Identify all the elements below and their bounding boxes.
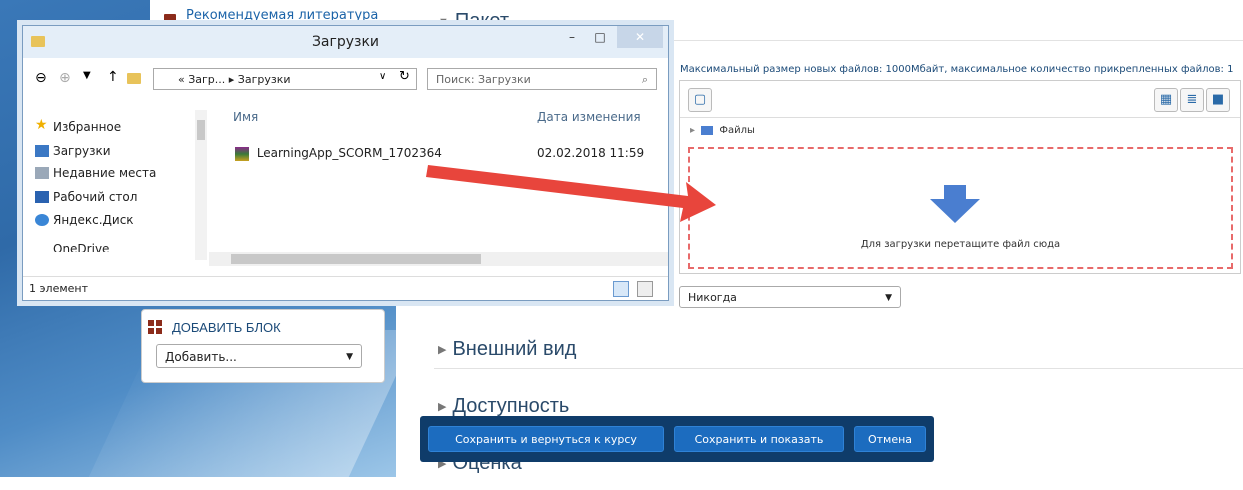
maximize-icon[interactable]: □ [587,26,613,48]
expand-icon: ▶ [438,401,447,414]
nav-label: Загрузки [53,144,111,158]
explorer-address-row: ⊖ ⊕ ▼ ↑ « Загр... ▸ Загрузки ∨ ↻ Поиск: … [23,64,668,94]
nav-item-favorites[interactable]: ★ Избранное [35,117,122,134]
blocks-icon [148,320,162,334]
add-block-panel: ДОБАВИТЬ БЛОК Добавить... ▼ [141,309,385,383]
section-appearance[interactable]: ▶ Внешний вид [438,338,576,361]
folder-icon [701,125,714,135]
nav-label: Недавние места [53,166,157,180]
add-block-title: ДОБАВИТЬ БЛОК [172,320,281,335]
folder-icon [127,73,141,84]
breadcrumb[interactable]: ▸ Файлы [690,125,755,136]
add-file-icon[interactable]: ▢ [688,88,712,112]
nav-item-recent[interactable]: Недавние места [35,166,157,180]
chevron-down-icon[interactable]: ▼ [83,70,91,81]
divider [434,368,1243,369]
chevron-down-icon[interactable]: ∨ [379,71,386,82]
forward-icon[interactable]: ⊕ [59,70,71,86]
search-input[interactable]: Поиск: Загрузки ⌕ [427,68,657,90]
desktop-icon [35,191,49,203]
details-view-icon[interactable] [613,281,629,297]
up-icon[interactable]: ↑ [107,69,119,85]
chevron-right-icon: ▸ [690,125,696,136]
horizontal-scrollbar[interactable] [209,252,668,266]
nav-item-downloads[interactable]: Загрузки [35,144,111,158]
nav-item-yandex-disk[interactable]: Яндекс.Диск [35,213,134,227]
file-date: 02.02.2018 11:59 [537,146,645,160]
cancel-button[interactable]: Отмена [854,426,926,452]
drop-zone-text: Для загрузки перетащите файл сюда [860,239,1061,250]
column-header-date[interactable]: Дата изменения [537,110,641,124]
explorer-window: Загрузки – □ ✕ ⊖ ⊕ ▼ ↑ « Загр... ▸ Загру… [22,25,669,301]
item-count: 1 элемент [29,282,88,295]
download-folder-icon [35,145,49,157]
file-manager-toolbar: ▢ ▦ ≣ ■ [680,81,1240,118]
star-icon: ★ [35,117,48,133]
nav-label: Яндекс.Диск [53,213,134,227]
folder-view-icon[interactable]: ■ [1206,88,1230,112]
section-appearance-label: Внешний вид [452,338,577,360]
nav-label: Избранное [53,120,122,134]
status-bar: 1 элемент [23,276,668,301]
address-text: « Загр... ▸ Загрузки [178,73,291,86]
file-row[interactable]: LearningApp_SCORM_1702364 [235,146,442,161]
large-icons-view-icon[interactable] [637,281,653,297]
file-limits-text: Максимальный размер новых файлов: 1000Мб… [680,64,1234,75]
column-header-name[interactable]: Имя [233,110,258,124]
expand-icon: ▶ [438,344,447,357]
scrollbar-thumb[interactable] [197,120,205,140]
nav-scrollbar[interactable] [195,110,207,260]
grid-view-icon[interactable]: ▦ [1154,88,1178,112]
cloud-icon [35,214,49,226]
navigation-pane: ★ Избранное Загрузки Недавние места Рабо… [23,100,209,278]
search-placeholder: Поиск: Загрузки [436,73,531,86]
close-icon[interactable]: ✕ [617,26,663,48]
recommended-link[interactable]: Рекомендуемая литература [186,8,378,23]
dropdown-caret-icon: ▼ [885,293,892,303]
book-icon [164,14,176,24]
expiry-select[interactable]: Никогда ▼ [679,286,901,308]
drop-zone[interactable]: Для загрузки перетащите файл сюда [688,147,1233,269]
refresh-icon[interactable]: ↻ [399,69,410,84]
nav-label: Рабочий стол [53,190,138,204]
add-block-select-value: Добавить... [165,350,237,364]
section-availability[interactable]: ▶ Доступность [438,395,569,418]
expiry-select-value: Никогда [688,291,737,304]
scrollbar-thumb[interactable] [231,254,481,264]
file-manager: ▢ ▦ ≣ ■ ▸ Файлы Для загрузки перетащите … [679,80,1241,274]
minimize-icon[interactable]: – [559,26,585,48]
nav-item-onedrive[interactable]: OneDrive [53,242,109,252]
nav-label: OneDrive [53,242,110,252]
archive-icon [235,146,249,161]
breadcrumb-files: Файлы [719,125,755,136]
search-icon: ⌕ [641,73,648,86]
form-buttons-bar: Сохранить и вернуться к курсу Сохранить … [420,416,934,462]
save-show-button[interactable]: Сохранить и показать [674,426,844,452]
add-block-select[interactable]: Добавить... ▼ [156,344,362,368]
section-availability-label: Доступность [452,395,570,417]
file-name: LearningApp_SCORM_1702364 [256,146,442,160]
dropdown-caret-icon: ▼ [346,352,353,362]
address-bar[interactable]: « Загр... ▸ Загрузки [153,68,417,90]
back-icon[interactable]: ⊖ [35,70,47,86]
recent-places-icon [35,167,49,179]
nav-item-desktop[interactable]: Рабочий стол [35,190,138,204]
list-view-icon[interactable]: ≣ [1180,88,1204,112]
save-return-button[interactable]: Сохранить и вернуться к курсу [428,426,664,452]
explorer-titlebar[interactable]: Загрузки – □ ✕ [23,26,668,58]
